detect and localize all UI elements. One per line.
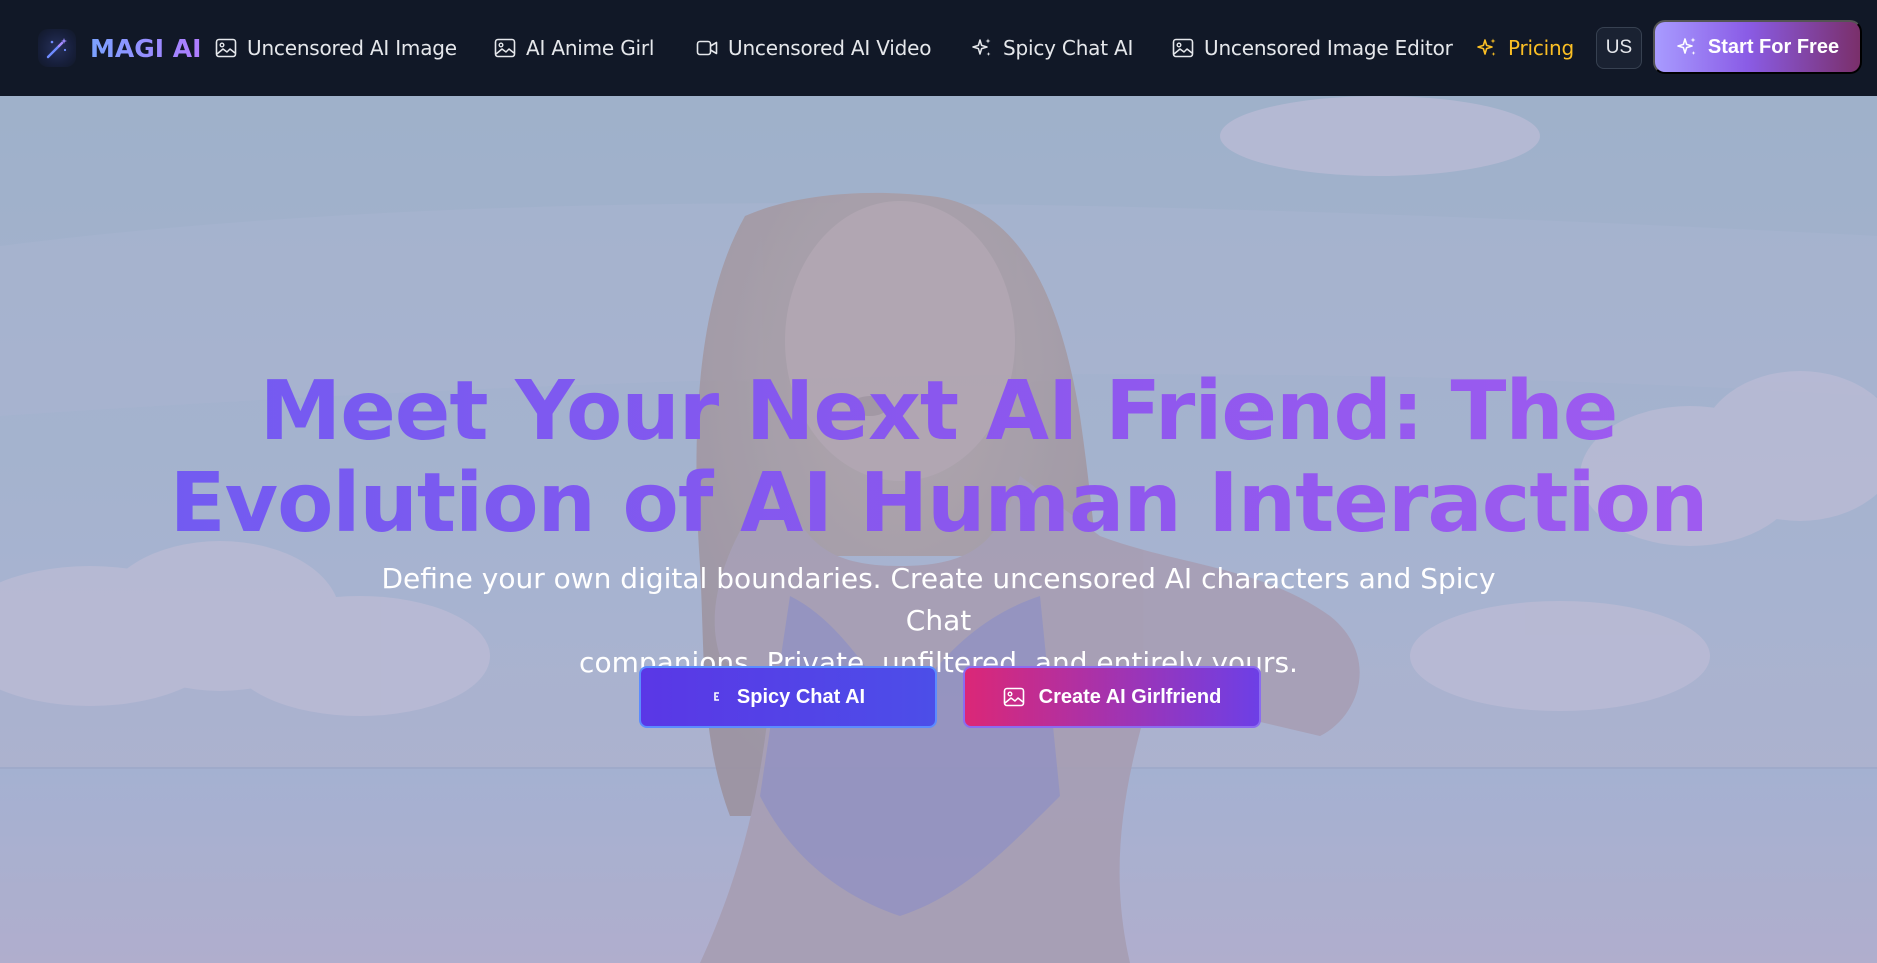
spicy-chat-ai-button[interactable]: Spicy Chat AI [639, 666, 937, 728]
magic-wand-icon [38, 29, 76, 67]
cta-label: Start For Free [1707, 35, 1840, 58]
hero-title-line-1: Meet Your Next AI Friend: The [259, 364, 1618, 459]
button-label: Create AI Girlfriend [1038, 685, 1222, 708]
hero-subtitle: Define your own digital boundaries. Crea… [380, 558, 1497, 684]
image-icon [1172, 38, 1194, 58]
sparkles-icon [972, 38, 991, 56]
nav-link-label: Pricing [1508, 36, 1575, 60]
create-ai-girlfriend-button[interactable]: Create AI Girlfriend [963, 666, 1261, 728]
start-for-free-button[interactable]: Start For Free [1653, 20, 1862, 74]
nav-link-pricing[interactable]: Pricing [1476, 30, 1574, 66]
top-navigation: MAGI AI Uncensored AI Image AI Anime Gir… [0, 0, 1877, 96]
nav-link-uncensored-ai-image[interactable]: Uncensored AI Image [215, 30, 457, 66]
hero-section: Meet Your Next AI Friend: The Evolution … [0, 96, 1877, 963]
image-icon [215, 38, 237, 58]
nav-link-label: Uncensored AI Video [728, 36, 932, 60]
brand-name: MAGI AI [90, 33, 202, 63]
brand-logo[interactable]: MAGI AI [38, 24, 201, 72]
hero-subtitle-line-1: Define your own digital boundaries. Crea… [381, 562, 1496, 637]
nav-link-label: Uncensored AI Image [247, 36, 457, 60]
button-label: Spicy Chat AI [736, 685, 866, 708]
nav-link-uncensored-ai-video[interactable]: Uncensored AI Video [696, 30, 931, 66]
nav-link-label: Spicy Chat AI [1003, 36, 1134, 60]
language-selector[interactable]: US [1596, 27, 1642, 69]
video-icon [696, 40, 718, 56]
nav-link-spicy-chat-ai[interactable]: Spicy Chat AI [971, 30, 1133, 66]
sparkles-icon [1477, 38, 1496, 56]
image-icon [494, 38, 516, 58]
nav-link-label: Uncensored Image Editor [1204, 36, 1453, 60]
chat-icon [714, 692, 719, 701]
hero-title-line-2: Evolution of AI Human Interaction [169, 456, 1708, 551]
image-icon [1003, 687, 1024, 707]
nav-link-ai-anime-girl[interactable]: AI Anime Girl [494, 30, 654, 66]
nav-link-label: AI Anime Girl [526, 36, 655, 60]
sparkles-icon [1677, 37, 1696, 55]
hero-title: Meet Your Next AI Friend: The Evolution … [0, 366, 1877, 550]
nav-link-uncensored-image-editor[interactable]: Uncensored Image Editor [1172, 30, 1453, 66]
